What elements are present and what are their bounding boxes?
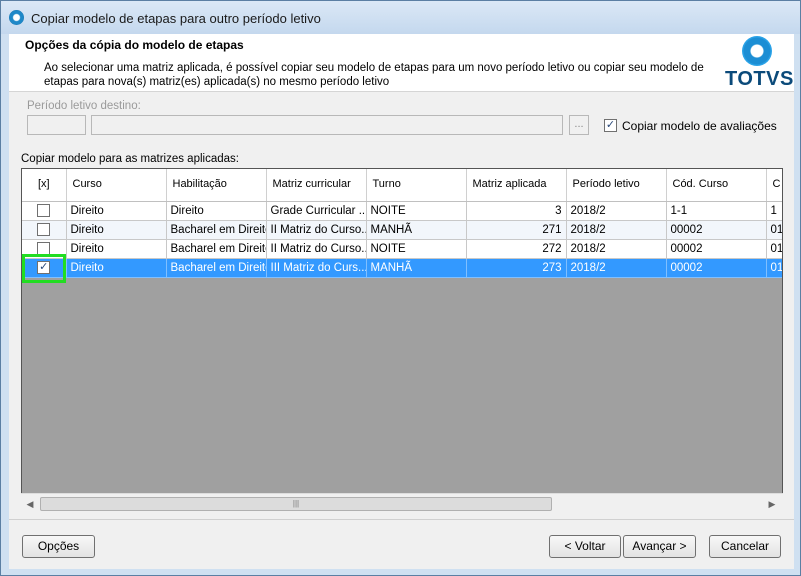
periodo-desc-input[interactable] [91, 115, 563, 135]
col-header-extra[interactable]: C H [766, 169, 782, 202]
title-bar[interactable]: Copiar modelo de etapas para outro perío… [1, 1, 800, 34]
cell-cod: 00002 [666, 220, 767, 240]
cell-habilitacao: Bacharel em Direito [166, 258, 267, 278]
cell-turno: MANHÃ [366, 258, 467, 278]
cell-periodo: 2018/2 [566, 239, 667, 259]
cell-aplicada: 272 [466, 239, 567, 259]
horizontal-scrollbar[interactable]: ◀ ||| ▶ [21, 493, 783, 513]
row-checkbox-cell[interactable] [22, 201, 67, 221]
browse-button[interactable]: ... [569, 115, 589, 135]
row-checkbox[interactable] [37, 242, 51, 255]
cancelar-button[interactable]: Cancelar [709, 535, 781, 558]
cell-habilitacao: Direito [166, 201, 267, 221]
cell-habilitacao: Bacharel em Direito [166, 239, 267, 259]
cell-extra: 01 [766, 220, 782, 240]
grid-header-row: [x] Curso Habilitação Matriz curricular … [22, 169, 782, 202]
col-header-matriz-aplicada[interactable]: Matriz aplicada [466, 169, 567, 202]
cell-curso: Direito [66, 258, 167, 278]
col-header-curso[interactable]: Curso [66, 169, 167, 202]
table-row-selected[interactable]: ✓ Direito Bacharel em Direito III Matriz… [22, 258, 782, 278]
matrizes-grid[interactable]: [x] Curso Habilitação Matriz curricular … [21, 168, 783, 513]
cell-curso: Direito [66, 220, 167, 240]
cell-matriz: Grade Curricular ... [266, 201, 367, 221]
col-header-cod-curso[interactable]: Cód. Curso [666, 169, 767, 202]
cell-turno: MANHÃ [366, 220, 467, 240]
cell-aplicada: 271 [466, 220, 567, 240]
scroll-left-icon[interactable]: ◀ [23, 497, 37, 511]
opcoes-button[interactable]: Opções [22, 535, 95, 558]
row-checkbox[interactable] [37, 204, 51, 217]
totvs-logo: TOTVS [725, 36, 794, 90]
cell-cod: 00002 [666, 258, 767, 278]
cell-extra: 1 [766, 201, 782, 221]
avancar-button[interactable]: Avançar > [623, 535, 696, 558]
cell-matriz: II Matriz do Curso... [266, 220, 367, 240]
row-checkbox-cell[interactable] [22, 239, 67, 259]
check-icon: ✓ [605, 119, 616, 131]
scroll-right-icon[interactable]: ▶ [765, 497, 779, 511]
voltar-button[interactable]: < Voltar [549, 535, 621, 558]
col-header-habilitacao[interactable]: Habilitação [166, 169, 267, 202]
header-description: Ao selecionar uma matriz aplicada, é pos… [44, 62, 704, 88]
cell-turno: NOITE [366, 239, 467, 259]
copiar-avaliacoes-label: Copiar modelo de avaliações [622, 119, 777, 133]
periodo-code-input[interactable] [27, 115, 86, 135]
table-row[interactable]: Direito Bacharel em Direito II Matriz do… [22, 239, 782, 259]
cell-extra: 01 [766, 239, 782, 259]
row-checkbox-cell[interactable]: ✓ [22, 258, 67, 278]
row-checkbox-cell[interactable] [22, 220, 67, 240]
cell-aplicada: 273 [466, 258, 567, 278]
col-header-matriz-curricular[interactable]: Matriz curricular [266, 169, 367, 202]
matrizes-table: [x] Curso Habilitação Matriz curricular … [22, 169, 782, 278]
app-icon [9, 10, 24, 25]
bottom-separator [9, 519, 794, 520]
cell-matriz: III Matriz do Curs... [266, 258, 367, 278]
periodo-label: Período letivo destino: [27, 100, 141, 112]
cell-aplicada: 3 [466, 201, 567, 221]
cell-periodo: 2018/2 [566, 220, 667, 240]
cell-matriz: II Matriz do Curso... [266, 239, 367, 259]
row-checkbox[interactable]: ✓ [37, 261, 51, 274]
col-header-periodo[interactable]: Período letivo [566, 169, 667, 202]
col-header-check[interactable]: [x] [22, 169, 67, 202]
window-title: Copiar modelo de etapas para outro perío… [31, 11, 321, 26]
row-checkbox[interactable] [37, 223, 51, 236]
copiar-avaliacoes-checkbox[interactable]: ✓ [604, 119, 617, 132]
logo-icon [742, 36, 772, 66]
cell-curso: Direito [66, 201, 167, 221]
cell-periodo: 2018/2 [566, 258, 667, 278]
header-panel: Opções da cópia do modelo de etapas Ao s… [9, 34, 794, 92]
logo-text: TOTVS [725, 68, 794, 90]
cell-periodo: 2018/2 [566, 201, 667, 221]
table-row[interactable]: Direito Bacharel em Direito II Matriz do… [22, 220, 782, 240]
header-title: Opções da cópia do modelo de etapas [25, 38, 244, 52]
grid-label: Copiar modelo para as matrizes aplicadas… [21, 153, 239, 165]
col-header-turno[interactable]: Turno [366, 169, 467, 202]
cell-habilitacao: Bacharel em Direito [166, 220, 267, 240]
scroll-thumb[interactable]: ||| [40, 497, 552, 511]
dialog-client: Opções da cópia do modelo de etapas Ao s… [9, 34, 794, 569]
cell-curso: Direito [66, 239, 167, 259]
table-row[interactable]: Direito Direito Grade Curricular ... NOI… [22, 201, 782, 221]
check-icon: ✓ [39, 261, 49, 273]
cell-cod: 00002 [666, 239, 767, 259]
cell-turno: NOITE [366, 201, 467, 221]
dialog-window: Copiar modelo de etapas para outro perío… [0, 0, 801, 576]
cell-extra: 01 [766, 258, 782, 278]
cell-cod: 1-1 [666, 201, 767, 221]
